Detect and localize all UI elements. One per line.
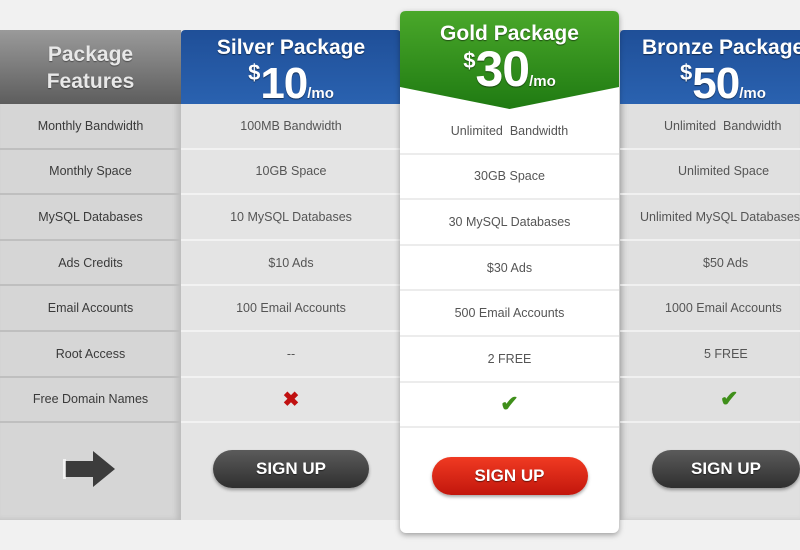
feature-label: MySQL Databases (0, 195, 181, 241)
plan-name: Bronze Package (642, 36, 800, 59)
plan-silver-header: Silver Package $10/mo (181, 30, 401, 106)
plan-feature-value: Unlimited MySQL Databases (620, 195, 800, 241)
plan-feature-value: 1000 Email Accounts (620, 286, 800, 332)
plan-feature-value: 5 FREE (620, 332, 800, 378)
plan-feature-value: 100 Email Accounts (181, 286, 401, 332)
price-period: /mo (739, 85, 766, 102)
arrow-right-icon (62, 451, 115, 488)
plan-feature-value: $50 Ads (620, 241, 800, 287)
plan-feature-value: Unlimited Bandwidth (400, 109, 619, 155)
plan-feature-value: ✔ (400, 383, 619, 429)
plan-feature-value: 30 MySQL Databases (400, 200, 619, 246)
price-amount: 50 (692, 59, 740, 105)
plan-price: $10/mo (181, 60, 401, 106)
price-period: /mo (529, 73, 556, 90)
features-footer (0, 423, 181, 515)
price-amount: 30 (475, 41, 530, 97)
feature-label: Monthly Bandwidth (0, 104, 181, 150)
plan-feature-value: $30 Ads (400, 246, 619, 292)
feature-label: Free Domain Names (0, 378, 181, 424)
features-header: Package Features (0, 30, 181, 104)
feature-label: Root Access (0, 332, 181, 378)
gold-sign-up-button[interactable]: SIGN UP (431, 457, 588, 496)
plan-gold-header: Gold Package $30/mo (400, 11, 619, 111)
plan-feature-value: 100MB Bandwidth (181, 104, 401, 150)
check-icon: ✔ (720, 386, 739, 412)
plan-feature-value: ✖ (181, 378, 401, 424)
plan-price: $30/mo (400, 44, 619, 94)
price-currency: $ (248, 60, 261, 85)
check-icon: ✔ (500, 391, 519, 417)
plan-feature-value: 2 FREE (400, 337, 619, 383)
price-currency: $ (680, 60, 693, 85)
features-header-line2: Features (46, 70, 135, 93)
plan-feature-value: 10GB Space (181, 150, 401, 196)
plan-feature-value: 500 Email Accounts (400, 291, 619, 337)
feature-label: Ads Credits (0, 241, 181, 287)
plan-silver-column: Silver Package $10/mo 100MB Bandwidth 10… (181, 30, 401, 520)
price-currency: $ (463, 48, 476, 73)
plan-feature-value: ✔ (620, 378, 800, 424)
feature-label: Monthly Space (0, 150, 181, 196)
plan-feature-value: Unlimited Space (620, 150, 800, 196)
plan-bronze-header: Bronze Package $50/mo (620, 30, 800, 104)
bronze-sign-up-button[interactable]: SIGN UP (652, 450, 800, 489)
plan-feature-value: 30GB Space (400, 155, 619, 201)
silver-sign-up-button[interactable]: SIGN UP (213, 450, 369, 489)
plan-price: $50/mo (620, 60, 800, 104)
feature-label: Email Accounts (0, 286, 181, 332)
plan-gold-column: Gold Package $30/mo Unlimited Bandwidth … (400, 11, 619, 533)
plan-feature-value: -- (181, 332, 401, 378)
plan-feature-value: 10 MySQL Databases (181, 195, 401, 241)
plan-feature-value: $10 Ads (181, 241, 401, 287)
price-period: /mo (307, 85, 334, 102)
plan-feature-value: Unlimited Bandwidth (620, 104, 800, 150)
plan-name: Silver Package (216, 36, 366, 59)
cross-icon: ✖ (282, 388, 300, 411)
price-amount: 10 (260, 59, 308, 108)
features-column: Package Features Monthly Bandwidth Month… (0, 30, 181, 520)
plan-bronze-column: Bronze Package $50/mo Unlimited Bandwidt… (620, 30, 800, 520)
features-header-line1: Package (47, 43, 134, 66)
